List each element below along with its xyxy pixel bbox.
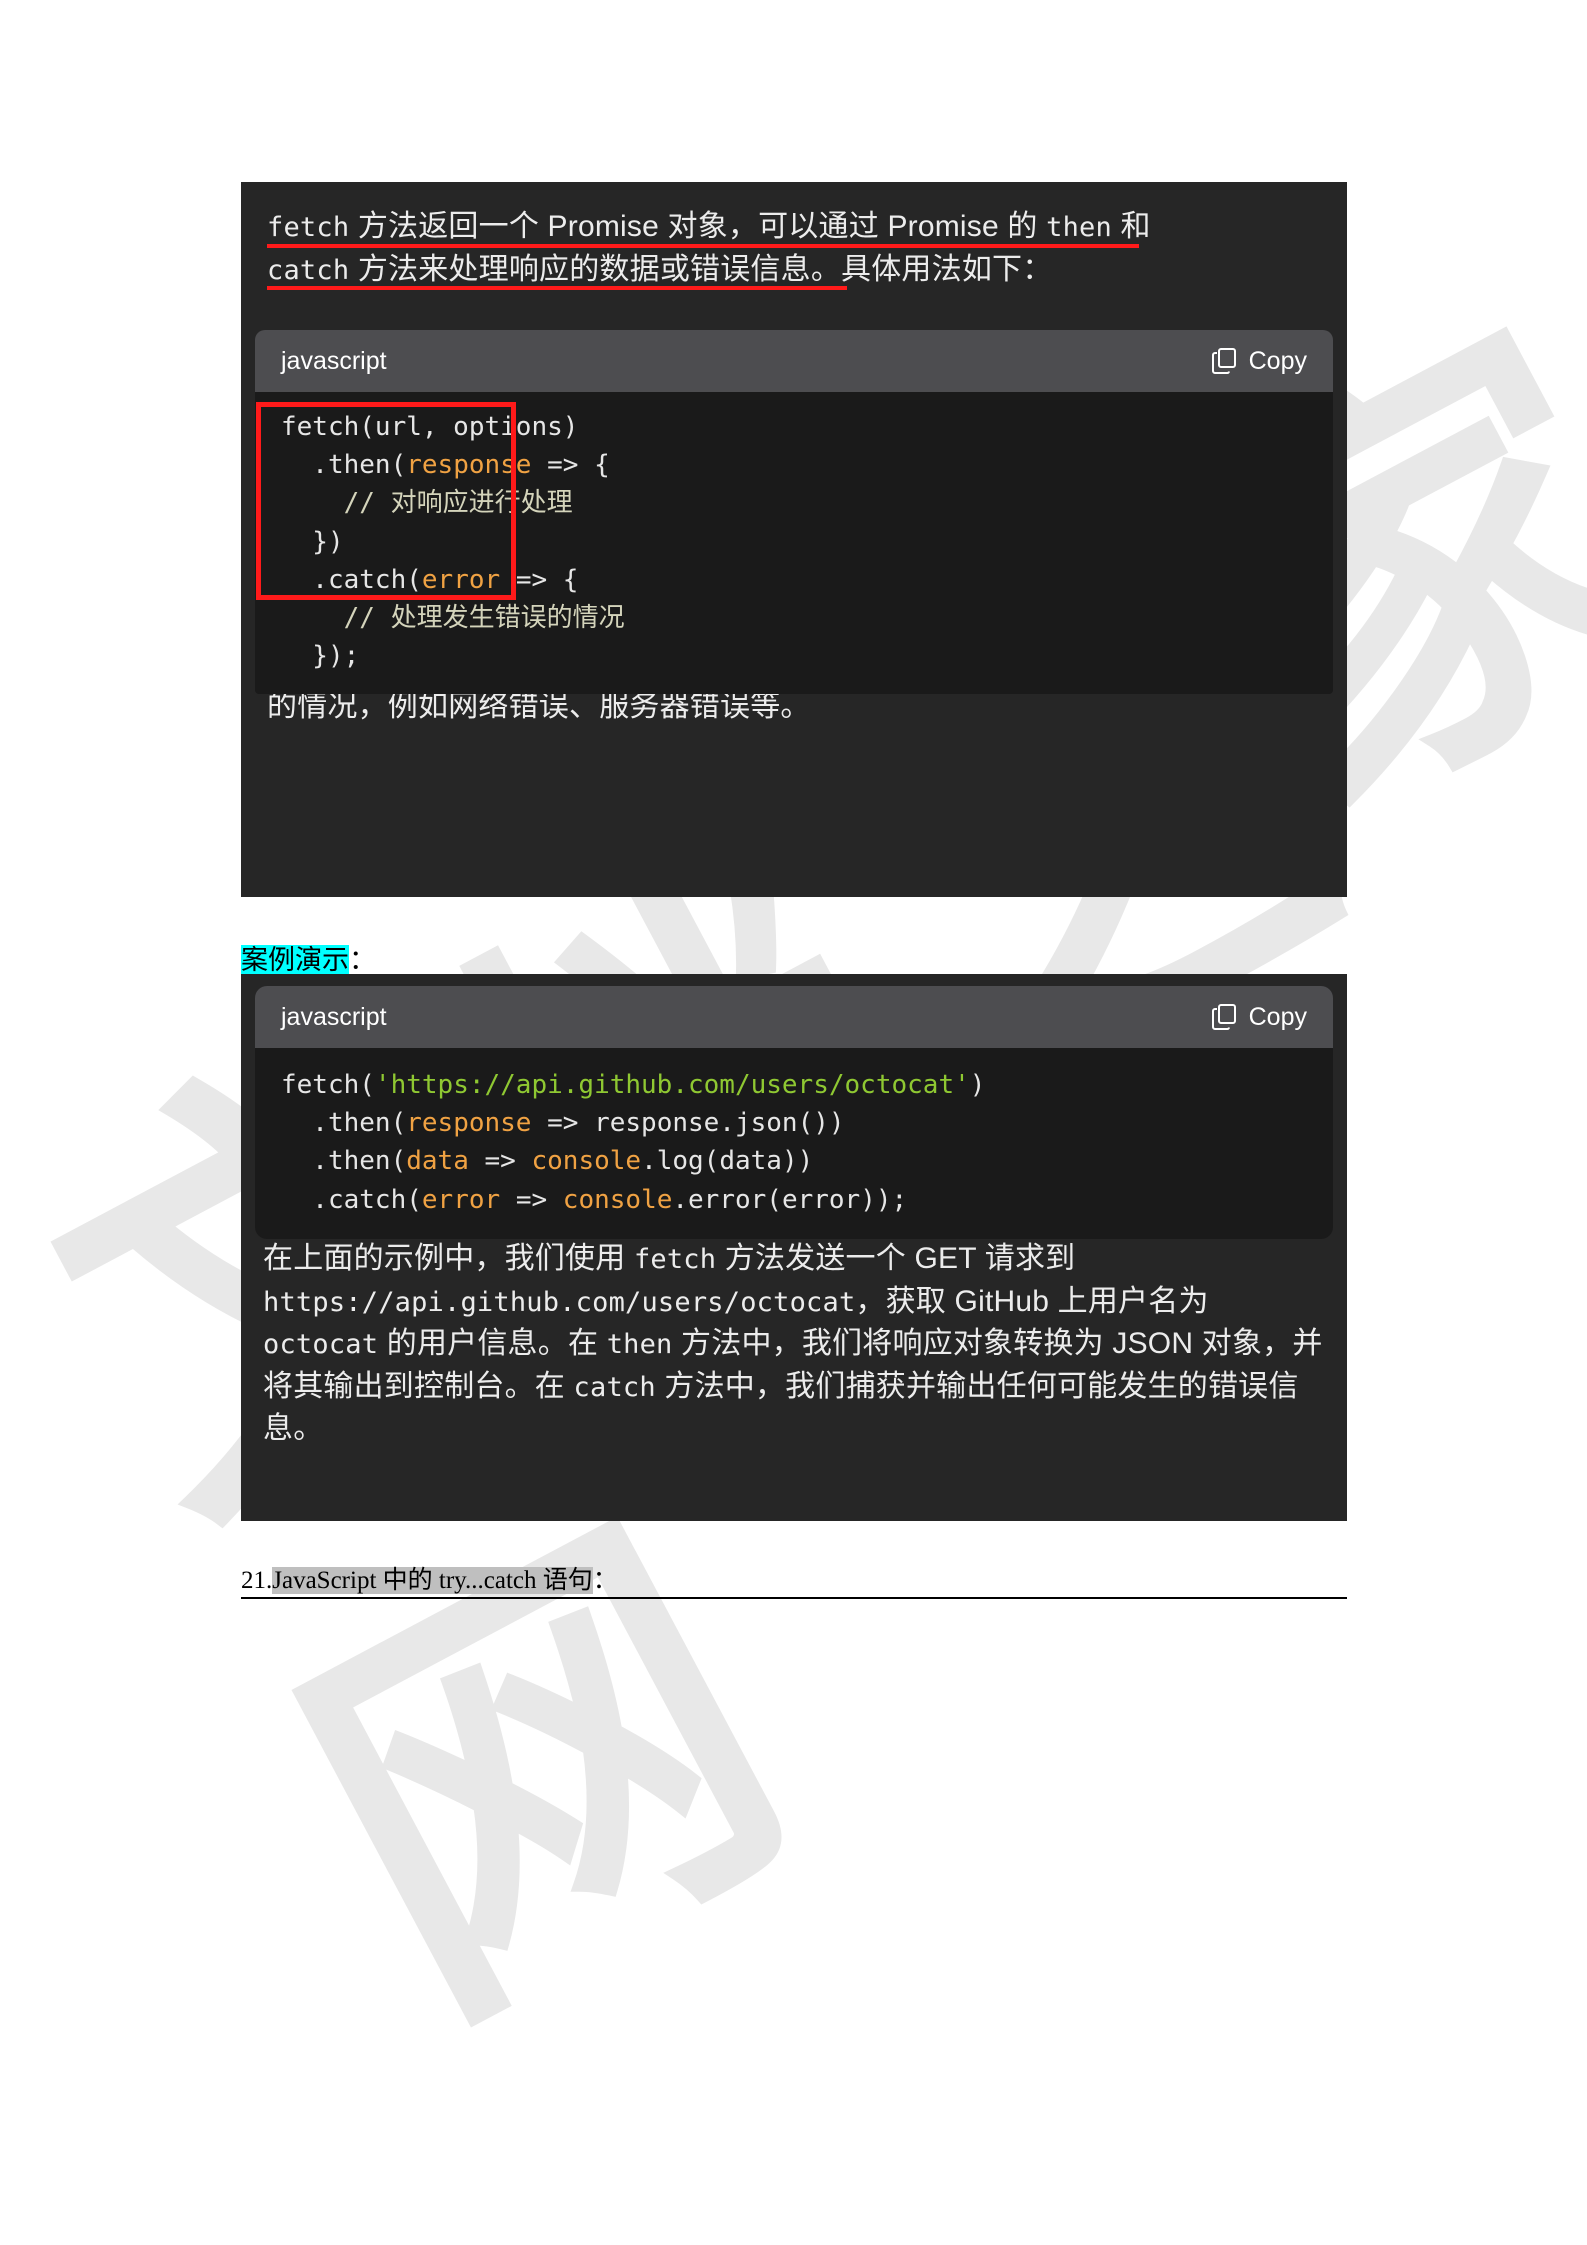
code-token-plain: ) [969,1070,986,1100]
exp2-mono-catch: catch [573,1371,656,1403]
code-token-plain: => { [531,450,610,481]
code-token-param: error [421,1184,501,1215]
copy-button[interactable]: Copy [1211,1003,1307,1032]
intro-mono-fetch: fetch [267,212,350,243]
exp2-text-1: 在上面的示例中，我们使用 [263,1242,634,1275]
exp2-text-3: ，获取 GitHub 上用户名为 [855,1284,1209,1318]
exp2-mono-then: then [606,1329,673,1361]
footer-heading: 21.JavaScript 中的 try...catch 语句： [241,1560,618,1596]
footer-highlight: JavaScript 中的 try...catch 语句 [272,1567,593,1594]
intro-line-2: catch 方法来处理响应的数据或错误信息。具体用法如下： [267,249,1321,292]
code-token-param: response [406,1108,532,1139]
code-token-plain: .then( [281,1108,407,1139]
code-token-param: error [421,564,501,595]
copy-label: Copy [1248,1002,1307,1031]
exp2-mono-fetch: fetch [633,1244,717,1275]
copy-button[interactable]: Copy [1211,347,1307,376]
code-token-comment: // 处理发生错误的情况 [281,603,625,634]
code-line: .catch(error => { [281,561,1307,599]
exp2-mono-octocat: octocat [263,1329,379,1361]
code-token-plain: => { [500,564,579,595]
code-body-one[interactable]: fetch(url, options) .then(response => { … [255,392,1333,694]
code-block-two: javascript Copy fetch('https://api.githu… [255,986,1333,1239]
intro-mono-catch: catch [267,254,350,286]
code-line: fetch(url, options) [281,408,1307,446]
code-token-plain: .catch( [281,564,422,595]
explanation-paragraph-two: 在上面的示例中，我们使用 fetch 方法发送一个 GET 请求到 https:/… [263,1238,1325,1451]
footer-index: 21. [241,1567,273,1594]
case-demo-colon: ： [349,945,376,975]
exp2-text-7: 方法中，我们捕获并输出任何可能 [655,1369,1118,1403]
code-token-plain: => [468,1146,532,1177]
copy-icon [1211,347,1237,375]
case-demo-label: 案例演示： [241,938,376,977]
copy-label: Copy [1248,346,1307,375]
code-language-label: javascript [281,346,387,375]
code-token-plain: => [500,1184,563,1215]
code-line: }) [281,523,1307,561]
code-line: // 处理发生错误的情况 [281,599,1307,637]
code-token-plain: .catch( [281,1184,422,1215]
intro-text-3: 方法来处理响应的数据或错误信息。具体用法如下： [349,252,1053,286]
code-header-two: javascript Copy [255,986,1333,1048]
code-line: .then(response => { [281,446,1307,484]
code-line: .then(data => console.log(data)) [281,1142,1307,1180]
intro-paragraph: fetch 方法返回一个 Promise 对象，可以通过 Promise 的 t… [267,204,1321,291]
code-header-one: javascript Copy [255,330,1333,392]
exp2-text-5: 方法中，我们将响应对象转换为 JSON 对 [672,1327,1232,1361]
copy-icon [1211,1003,1237,1031]
code-token-plain: => response.json()) [531,1108,845,1139]
code-token-plain: .then( [281,1146,407,1177]
intro-text-2: 和 [1111,210,1151,243]
code-token-plain: fetch(url, options) [281,412,579,442]
code-token-object: console [531,1146,642,1177]
exp2-text-2: 方法发送一个 GET 请求到 [716,1242,1076,1275]
code-line: fetch('https://api.github.com/users/octo… [281,1066,1307,1104]
code-block-one: javascript Copy fetch(url, options) .the… [255,330,1333,694]
code-line: .catch(error => console.error(error)); [281,1181,1307,1219]
code-token-comment: // 对响应进行处理 [281,488,573,519]
case-demo-highlight: 案例演示 [241,945,349,975]
code-body-two[interactable]: fetch('https://api.github.com/users/octo… [255,1048,1333,1239]
code-token-plain: .log(data)) [641,1146,814,1177]
code-token-param: data [406,1146,469,1177]
code-language-label: javascript [281,1002,387,1031]
exp2-text-4: 的用户信息。在 [378,1327,607,1361]
code-token-plain: .then( [281,450,407,481]
code-token-plain: fetch( [281,1070,375,1100]
footer-colon: ： [592,1567,618,1594]
code-token-object: console [562,1184,673,1215]
footer-divider [241,1597,1347,1599]
intro-mono-then: then [1046,212,1112,243]
document-page: fetch 方法返回一个 Promise 对象，可以通过 Promise 的 t… [0,0,1587,2245]
code-token-param: response [406,450,532,481]
code-token-plain: .error(error)); [672,1184,908,1215]
code-token-plain: }); [281,641,360,672]
exp2-mono-url: https://api.github.com/users/octocat [263,1286,856,1318]
intro-text-1: 方法返回一个 Promise 对象，可以通过 Promise 的 [349,210,1047,243]
code-token-plain: }) [281,526,344,557]
intro-line-1: fetch 方法返回一个 Promise 对象，可以通过 Promise 的 t… [267,206,1321,249]
code-line: .then(response => response.json()) [281,1104,1307,1142]
code-token-string: 'https://api.github.com/users/octocat' [374,1070,970,1100]
code-line: // 对响应进行处理 [281,484,1307,522]
code-line: }); [281,637,1307,675]
